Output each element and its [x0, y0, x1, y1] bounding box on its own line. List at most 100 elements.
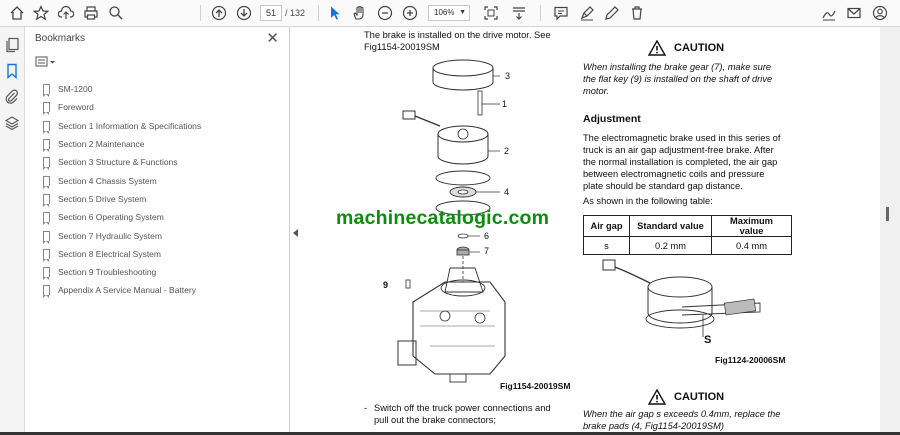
bookmark-flag-icon — [43, 120, 50, 134]
adjustment-heading: Adjustment — [583, 113, 641, 125]
bookmark-label: Section 2 Maintenance — [58, 139, 145, 150]
caution-1-line-2: the flat key (9) is installed on the sha… — [583, 74, 773, 84]
table-header-row: Air gap Standard value Maximum value — [583, 215, 792, 237]
page-down-icon[interactable] — [235, 4, 253, 22]
callout-9: 9 — [383, 280, 389, 290]
bookmark-label: Section 6 Operating System — [58, 212, 164, 223]
caution-2-line-1: When the air gap s exceeds 0.4mm, replac… — [583, 409, 781, 419]
callout-6: 6 — [484, 231, 490, 241]
bookmark-item[interactable]: Section 3 Structure & Functions — [43, 153, 201, 171]
bookmark-list: SM-1200 Foreword Section 1 Information & S… — [43, 80, 201, 300]
bookmark-item[interactable]: Section 4 Chassis System — [43, 171, 201, 189]
bookmark-flag-icon — [43, 267, 50, 281]
table-header-cell: Air gap — [583, 215, 630, 237]
vertical-scrollbar[interactable] — [880, 27, 900, 435]
zoom-out-icon[interactable] — [376, 4, 394, 22]
account-icon[interactable] — [871, 4, 889, 22]
bookmark-item[interactable]: Foreword — [43, 98, 201, 116]
bookmark-label: Section 1 Information & Specifications — [58, 120, 202, 131]
bookmark-item[interactable]: Section 7 Hydraulic System — [43, 226, 201, 244]
warning-icon — [648, 389, 666, 405]
search-icon[interactable] — [107, 4, 125, 22]
bookmark-item[interactable]: Section 2 Maintenance — [43, 135, 201, 153]
zoom-select[interactable]: 106% ▼ — [428, 5, 470, 21]
fit-icon[interactable] — [482, 4, 500, 22]
close-icon[interactable]: ✕ — [266, 29, 279, 47]
chevron-left-icon — [293, 229, 298, 237]
bookmark-item[interactable]: SM-1200 — [43, 80, 201, 98]
bookmark-label: Section 8 Electrical System — [58, 248, 161, 259]
bookmark-flag-icon — [43, 230, 50, 244]
bookmark-flag-icon — [43, 248, 50, 262]
callout-3: 3 — [505, 71, 511, 81]
bookmark-label: Section 4 Chassis System — [58, 175, 157, 186]
cursor-icon[interactable] — [326, 4, 344, 22]
bookmark-label: Section 7 Hydraulic System — [58, 230, 162, 241]
bookmark-flag-icon — [43, 285, 50, 299]
adjust-line-4: between electromagnetic coils and pressu… — [583, 169, 765, 179]
toolbar: 51 / 132 106% ▼ — [0, 0, 900, 27]
intro-line-2: Fig1154-20019SM — [364, 42, 440, 52]
bookmark-flag-icon — [43, 175, 50, 189]
draw-icon[interactable] — [603, 4, 621, 22]
hand-icon[interactable] — [350, 4, 368, 22]
callout-2: 2 — [504, 146, 510, 156]
callout-4: 4 — [504, 187, 510, 197]
bookmark-icon[interactable] — [4, 63, 20, 80]
delete-icon[interactable] — [628, 4, 646, 22]
star-icon[interactable] — [32, 4, 50, 22]
bookmark-options-button[interactable] — [35, 55, 57, 69]
table-cell: 0.4 mm — [711, 236, 792, 255]
caution-1-title: CAUTION — [674, 42, 725, 54]
collapse-panel-handle[interactable] — [293, 224, 299, 242]
table-header-cell: Standard value — [629, 215, 712, 237]
adjust-line-5: plate should be standard gap distance. — [583, 181, 743, 191]
caution-2-line-2: brake pads (4, Fig1154-20019SM) — [583, 421, 724, 431]
pages-icon[interactable] — [4, 37, 20, 53]
bookmark-flag-icon — [43, 193, 50, 207]
bookmarks-title: Bookmarks — [35, 33, 86, 44]
page-number-input[interactable]: 51 — [260, 5, 282, 21]
left-rail — [0, 27, 25, 435]
bookmark-item[interactable]: Section 1 Information & Specifications — [43, 117, 201, 135]
bookmark-item[interactable]: Section 9 Troubleshooting — [43, 263, 201, 281]
bookmark-item[interactable]: Section 6 Operating System — [43, 208, 201, 226]
bookmark-flag-icon — [43, 157, 50, 171]
intro-line-1: The brake is installed on the drive moto… — [364, 30, 551, 40]
caution-heading-2: CAUTION — [648, 389, 724, 405]
sign-icon[interactable] — [820, 4, 838, 22]
scrollbar-thumb[interactable] — [886, 207, 889, 221]
mail-icon[interactable] — [845, 4, 863, 22]
list-options-icon — [35, 56, 55, 67]
bullet-line-2: pull out the brake connectors; — [374, 415, 496, 425]
adjust-line-3: the normal installation is completed, th… — [583, 157, 778, 167]
bookmarks-panel: Bookmarks ✕ SM-1200 Foreword Section 1 Inf… — [25, 27, 290, 435]
bullet-dash: - — [364, 403, 368, 413]
bookmark-item[interactable]: Appendix A Service Manual - Battery — [43, 281, 201, 299]
attachment-icon[interactable] — [4, 89, 20, 105]
bookmark-label: Section 9 Troubleshooting — [58, 267, 157, 278]
comment-icon[interactable] — [552, 4, 570, 22]
bookmark-item[interactable]: Section 8 Electrical System — [43, 245, 201, 263]
watermark: machinecatalogic.com — [336, 207, 550, 229]
air-gap-table: Air gap Standard value Maximum value s 0… — [583, 215, 792, 255]
layers-icon[interactable] — [4, 115, 20, 131]
bookmark-flag-icon — [43, 212, 50, 226]
bookmark-item[interactable]: Section 5 Drive System — [43, 190, 201, 208]
zoom-in-icon[interactable] — [401, 4, 419, 22]
scroll-mode-icon[interactable] — [510, 4, 528, 22]
bookmark-flag-icon — [43, 139, 50, 153]
page-up-icon[interactable] — [210, 4, 228, 22]
home-icon[interactable] — [8, 4, 26, 22]
upload-icon[interactable] — [57, 4, 75, 22]
caution-heading-1: CAUTION — [648, 40, 724, 56]
figure-right-caption: Fig1124-20006SM — [715, 355, 786, 365]
bookmark-label: SM-1200 — [58, 84, 93, 95]
bookmark-label: Foreword — [58, 102, 94, 113]
adjust-line-6: As shown in the following table: — [583, 196, 713, 206]
bookmark-flag-icon — [43, 102, 50, 116]
print-icon[interactable] — [82, 4, 100, 22]
highlight-icon[interactable] — [578, 4, 596, 22]
bookmark-label: Appendix A Service Manual - Battery — [58, 285, 196, 296]
callout-1: 1 — [502, 99, 508, 109]
